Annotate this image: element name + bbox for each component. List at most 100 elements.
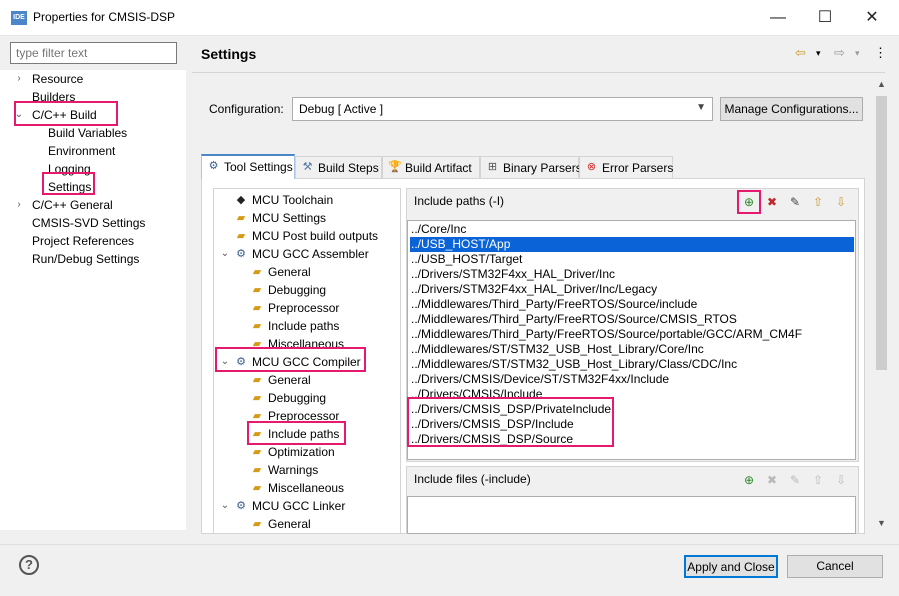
nav-item[interactable]: Settings — [48, 178, 91, 196]
edit-icon[interactable]: ✎ — [786, 471, 804, 489]
nav-item[interactable]: › Resource — [17, 70, 83, 88]
include-path-item[interactable]: ../USB_HOST/App — [410, 237, 854, 252]
tool-tree-item[interactable]: ▰ MCU Settings — [234, 209, 326, 227]
include-path-item[interactable]: ../Middlewares/Third_Party/FreeRTOS/Sour… — [410, 297, 697, 312]
tool-tree-item[interactable]: ▰ MCU Post build outputs — [234, 227, 378, 245]
tool-tree-item[interactable]: ▰ Debugging — [250, 281, 326, 299]
include-path-item[interactable]: ../Middlewares/ST/STM32_USB_Host_Library… — [410, 342, 704, 357]
filter-input[interactable] — [10, 42, 177, 64]
tool-tree-item[interactable]: ⌄ ⚙ MCU GCC Compiler — [221, 353, 361, 371]
panel-sash[interactable] — [187, 36, 191, 544]
tool-tree-item[interactable]: ▰ Miscellaneous — [250, 479, 344, 497]
nav-item-label: Environment — [48, 144, 116, 158]
tool-tree-label: Miscellaneous — [268, 337, 345, 351]
help-button[interactable]: ? — [19, 555, 39, 575]
include-paths-list[interactable]: ../Core/Inc ../USB_HOST/App ../USB_HOST/Ta… — [407, 220, 856, 460]
configuration-select[interactable]: Debug [ Active ] ▼ — [292, 97, 713, 121]
scroll-down-icon[interactable]: ▼ — [877, 518, 886, 528]
tab-error-parsers[interactable]: ⊗ Error Parsers — [579, 156, 673, 178]
minimize-button[interactable]: — — [755, 2, 801, 34]
tool-tree-item[interactable]: ▰ Debugging — [250, 389, 326, 407]
apply-and-close-button[interactable]: Apply and Close — [684, 555, 778, 578]
chevron-down-icon: ▼ — [696, 102, 706, 113]
header-divider — [192, 72, 885, 73]
tool-tree-item[interactable]: ▰ Miscellaneous — [250, 335, 344, 353]
nav-item[interactable]: Builders — [32, 88, 75, 106]
include-path-item[interactable]: ../Drivers/CMSIS/Include — [410, 387, 542, 402]
tool-tree-item[interactable]: ◆ MCU Toolchain — [234, 191, 333, 209]
nav-item[interactable]: Logging — [48, 160, 91, 178]
gear-icon: ⚙ — [236, 248, 246, 260]
nav-tree: › Resource Builders ⌄ C/C++ Build Build Varia… — [0, 70, 186, 530]
move-up-icon[interactable]: ⇧ — [809, 471, 827, 489]
tool-tree-item[interactable]: ▰ Preprocessor — [250, 299, 340, 317]
chevron-right-icon[interactable]: › — [14, 70, 24, 88]
cancel-button[interactable]: Cancel — [787, 555, 883, 578]
move-down-icon[interactable]: ⇩ — [832, 193, 850, 211]
include-path-item[interactable]: ../Middlewares/ST/STM32_USB_Host_Library… — [410, 357, 737, 372]
nav-item[interactable]: › C/C++ General — [17, 196, 112, 214]
folder-icon: ▰ — [252, 428, 262, 440]
include-path-item[interactable]: ../Drivers/STM32F4xx_HAL_Driver/Inc/Lega… — [410, 282, 657, 297]
gear-icon: ⚙ — [236, 356, 246, 368]
nav-item[interactable]: CMSIS-SVD Settings — [32, 214, 145, 232]
include-paths-title: Include paths (-I) — [414, 194, 505, 208]
error-icon: ⊗ — [586, 161, 597, 173]
tool-tree-label: Miscellaneous — [268, 481, 345, 495]
tab-tool-settings[interactable]: ⚙ Tool Settings — [201, 154, 295, 179]
include-path-item[interactable]: ../Drivers/CMSIS/Device/ST/STM32F4xx/Inc… — [410, 372, 669, 387]
scroll-up-icon[interactable]: ▲ — [877, 79, 886, 89]
add-icon[interactable]: ⊕ — [740, 471, 758, 489]
forward-dropdown-icon[interactable]: ▾ — [855, 44, 860, 62]
tab-binary-parsers[interactable]: ⊞ Binary Parsers — [480, 156, 582, 178]
manage-configurations-button[interactable]: Manage Configurations... — [720, 97, 863, 121]
nav-item[interactable]: Environment — [48, 142, 115, 160]
tool-tree-item[interactable]: ▰ Preprocessor — [250, 407, 340, 425]
tool-tree-item[interactable]: ▰ General — [250, 371, 311, 389]
add-icon[interactable]: ⊕ — [740, 193, 758, 211]
include-path-item[interactable]: ../Drivers/CMSIS_DSP/Source — [410, 432, 573, 447]
tool-tree-item[interactable]: ▰ Optimization — [250, 443, 335, 461]
include-path-item[interactable]: ../USB_HOST/Target — [410, 252, 522, 267]
include-files-title: Include files (-include) — [414, 472, 531, 486]
nav-item[interactable]: ⌄ C/C++ Build — [15, 106, 97, 124]
view-menu-icon[interactable]: ⋮ — [874, 44, 887, 62]
tool-tree-item[interactable]: ⌄ ⚙ MCU GCC Linker — [221, 497, 346, 515]
nav-item[interactable]: Build Variables — [48, 124, 127, 142]
tab-build-artifact[interactable]: 🏆 Build Artifact — [382, 156, 480, 178]
tool-tree-item[interactable]: ▰ Warnings — [250, 461, 318, 479]
back-dropdown-icon[interactable]: ▾ — [816, 44, 821, 62]
move-up-icon[interactable]: ⇧ — [809, 193, 827, 211]
nav-item[interactable]: Run/Debug Settings — [32, 250, 139, 268]
include-path-item[interactable]: ../Middlewares/Third_Party/FreeRTOS/Sour… — [410, 327, 802, 342]
tool-tree-item[interactable]: ▰ General — [250, 263, 311, 281]
include-path-item[interactable]: ../Drivers/CMSIS_DSP/Include — [410, 417, 574, 432]
forward-icon[interactable]: ⇨ — [834, 44, 845, 62]
back-icon[interactable]: ⇦ — [795, 44, 806, 62]
edit-icon[interactable]: ✎ — [786, 193, 804, 211]
maximize-button[interactable]: ☐ — [802, 2, 848, 34]
delete-icon[interactable]: ✖ — [763, 193, 781, 211]
delete-icon[interactable]: ✖ — [763, 471, 781, 489]
chevron-right-icon[interactable]: › — [14, 196, 24, 214]
scrollbar-thumb[interactable] — [876, 96, 887, 370]
tool-tree-item[interactable]: ⌄ ⚙ MCU GCC Assembler — [221, 245, 369, 263]
tool-tree-item[interactable]: ▰ Include paths — [250, 425, 340, 443]
chevron-down-icon[interactable]: ⌄ — [220, 245, 230, 263]
close-button[interactable]: ✕ — [849, 2, 895, 34]
include-files-list[interactable] — [407, 496, 856, 534]
move-down-icon[interactable]: ⇩ — [832, 471, 850, 489]
tool-tree-label: MCU GCC Linker — [252, 499, 346, 513]
tool-tree-item[interactable]: ▰ General — [250, 515, 311, 533]
nav-item[interactable]: Project References — [32, 232, 134, 250]
chevron-down-icon[interactable]: ⌄ — [14, 106, 24, 124]
include-path-item[interactable]: ../Core/Inc — [410, 222, 466, 237]
include-path-item[interactable]: ../Drivers/STM32F4xx_HAL_Driver/Inc — [410, 267, 615, 282]
tab-build-steps[interactable]: ⚒ Build Steps — [295, 156, 382, 178]
chevron-down-icon[interactable]: ⌄ — [220, 497, 230, 515]
include-path-item[interactable]: ../Middlewares/Third_Party/FreeRTOS/Sour… — [410, 312, 737, 327]
chevron-down-icon[interactable]: ⌄ — [220, 353, 230, 371]
include-path-item[interactable]: ../Drivers/CMSIS_DSP/PrivateInclude — [410, 402, 611, 417]
tool-tree-item[interactable]: ▰ Include paths — [250, 317, 340, 335]
chip-icon: ◆ — [236, 194, 246, 206]
